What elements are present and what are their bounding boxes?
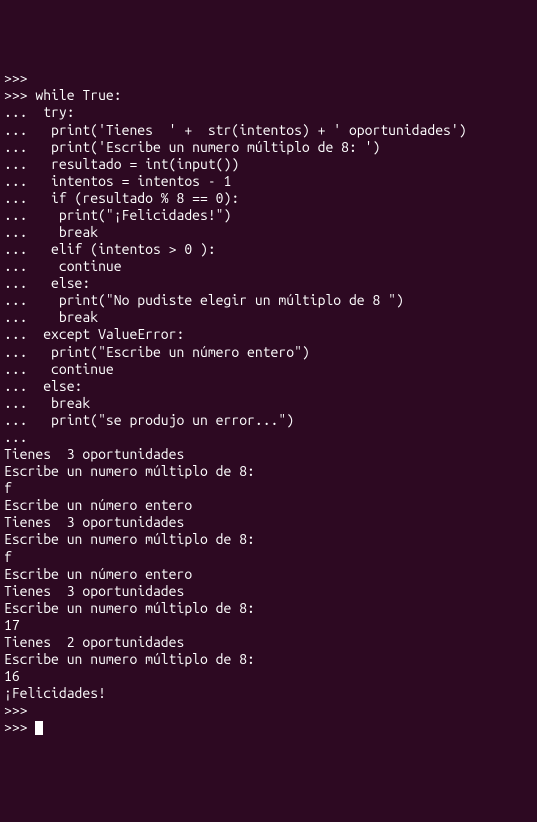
- terminal-line: >>> while True:: [4, 87, 533, 104]
- terminal-line: Escribe un número entero: [4, 497, 533, 514]
- terminal-line: ... intentos = intentos - 1: [4, 173, 533, 190]
- terminal-line: ...: [4, 429, 533, 446]
- terminal-line: Tienes 3 oportunidades: [4, 446, 533, 463]
- terminal-line: ... except ValueError:: [4, 326, 533, 343]
- terminal-line: ... elif (intentos > 0 ):: [4, 241, 533, 258]
- terminal-line: ... break: [4, 395, 533, 412]
- cursor-icon: [35, 721, 43, 735]
- terminal-line: ... print("No pudiste elegir un múltiplo…: [4, 292, 533, 309]
- terminal-line: ... else:: [4, 275, 533, 292]
- terminal-line: ... print('Tienes ' + str(intentos) + ' …: [4, 122, 533, 139]
- terminal-line: ... resultado = int(input()): [4, 156, 533, 173]
- terminal-line: Escribe un numero múltiplo de 8:: [4, 600, 533, 617]
- terminal-line: ¡Felicidades!: [4, 685, 533, 702]
- terminal-line: 17: [4, 617, 533, 634]
- terminal-line: f: [4, 480, 533, 497]
- terminal-line: 16: [4, 668, 533, 685]
- terminal-line: ... print("¡Felicidades!"): [4, 207, 533, 224]
- terminal-line: >>>: [4, 70, 533, 87]
- terminal-line: ... print("se produjo un error..."): [4, 412, 533, 429]
- terminal-line: ... else:: [4, 378, 533, 395]
- terminal-line: >>>: [4, 702, 533, 719]
- terminal-line: ... continue: [4, 361, 533, 378]
- terminal-line: ... continue: [4, 258, 533, 275]
- terminal-current-line[interactable]: >>>: [4, 719, 533, 736]
- terminal-line: Tienes 2 oportunidades: [4, 634, 533, 651]
- terminal-line: ... try:: [4, 104, 533, 121]
- terminal-prompt: >>>: [4, 719, 35, 735]
- terminal-line: ... if (resultado % 8 == 0):: [4, 190, 533, 207]
- terminal-line: ... break: [4, 309, 533, 326]
- terminal-line: ... break: [4, 224, 533, 241]
- terminal-line: Tienes 3 oportunidades: [4, 514, 533, 531]
- terminal-line: Escribe un número entero: [4, 566, 533, 583]
- terminal-line: Escribe un numero múltiplo de 8:: [4, 463, 533, 480]
- terminal-line: ... print("Escribe un número entero"): [4, 344, 533, 361]
- terminal-line: Escribe un numero múltiplo de 8:: [4, 651, 533, 668]
- terminal-line: Escribe un numero múltiplo de 8:: [4, 531, 533, 548]
- terminal-line: f: [4, 549, 533, 566]
- terminal-output: >>> >>> while True:... try:... print('Ti…: [4, 70, 533, 719]
- terminal-line: ... print('Escribe un numero múltiplo de…: [4, 139, 533, 156]
- terminal-line: Tienes 3 oportunidades: [4, 583, 533, 600]
